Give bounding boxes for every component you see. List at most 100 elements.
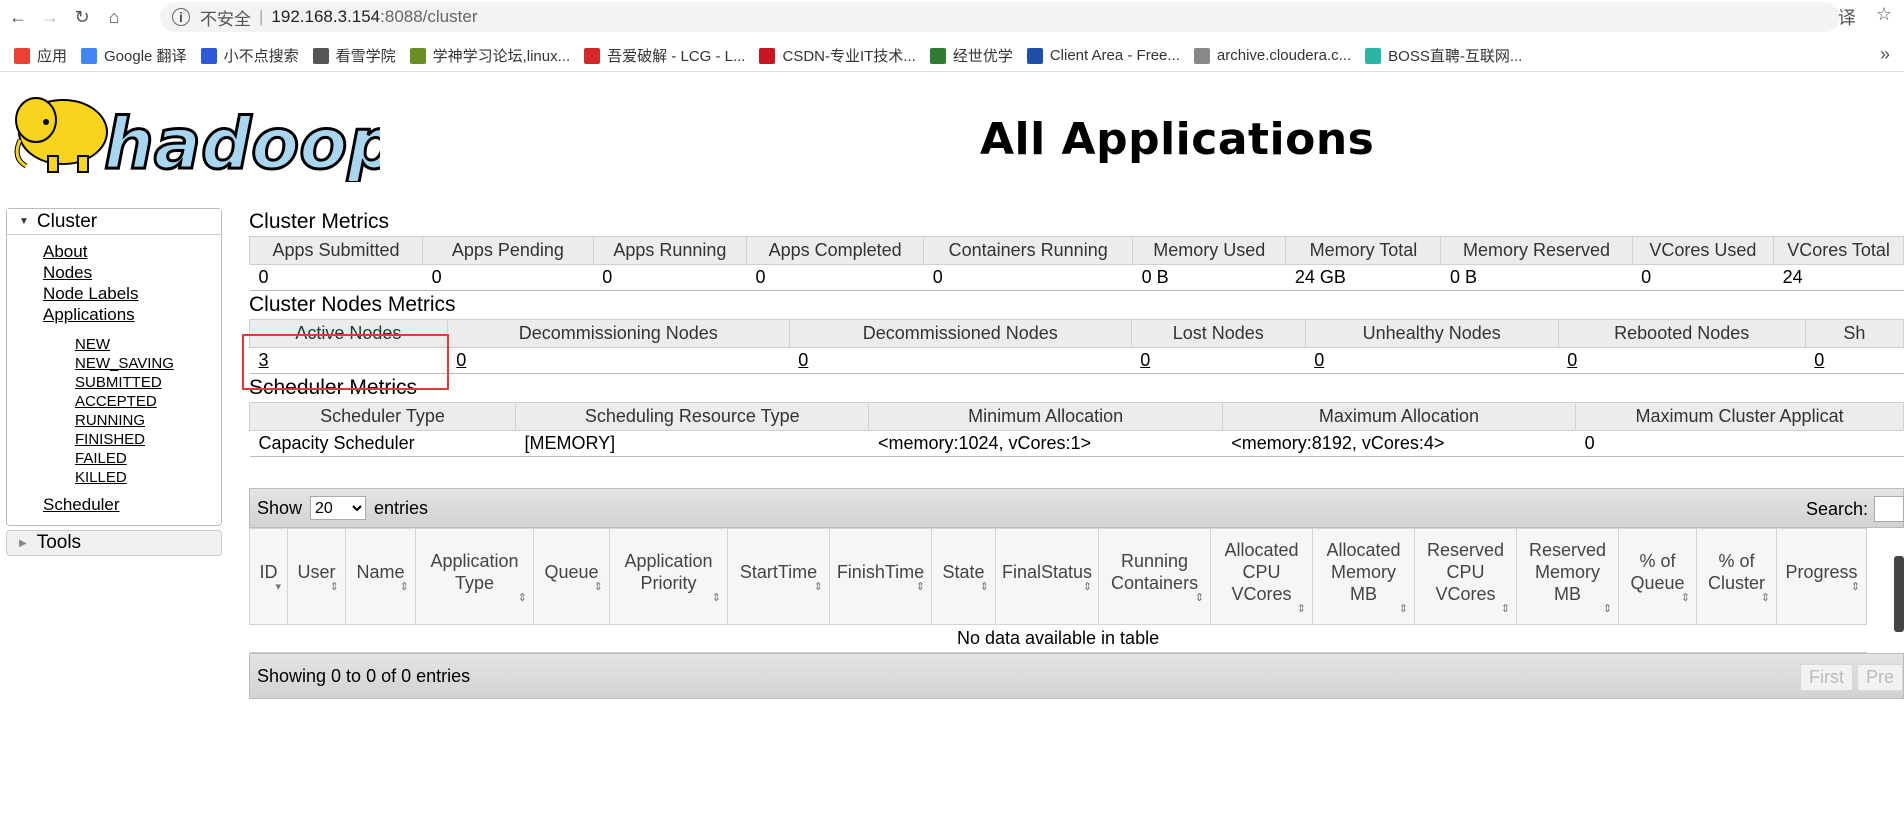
first-page-button[interactable]: First bbox=[1799, 664, 1853, 691]
metric-value-link[interactable]: 0 bbox=[456, 350, 466, 370]
column-header-id[interactable]: ID ▾ bbox=[249, 528, 288, 625]
active-nodes-highlight bbox=[242, 334, 449, 390]
column-header-label: Queue bbox=[544, 561, 599, 582]
metric-value-cell: 0 bbox=[1131, 347, 1306, 374]
metric-value-link[interactable]: 0 bbox=[1314, 350, 1324, 370]
reload-icon[interactable]: ↻ bbox=[68, 3, 96, 31]
column-header-label: % of Queue bbox=[1630, 550, 1685, 593]
home-icon[interactable]: ⌂ bbox=[100, 3, 128, 31]
translate-icon[interactable]: 译 bbox=[1838, 4, 1856, 30]
bookmark-item[interactable]: 学神学习论坛,linux... bbox=[409, 45, 570, 66]
metric-value-cell: [MEMORY] bbox=[515, 430, 869, 457]
app-state-link-new[interactable]: NEW bbox=[75, 335, 221, 354]
sidebar-link-node-labels[interactable]: Node Labels bbox=[43, 283, 221, 304]
column-header-label: State bbox=[942, 561, 985, 582]
column-header-reserved-memory-mb[interactable]: Reserved Memory MB ⇕ bbox=[1516, 528, 1620, 625]
sidebar-link-scheduler[interactable]: Scheduler bbox=[43, 495, 120, 514]
bookmark-label: 经世优学 bbox=[952, 48, 1013, 65]
bookmark-favicon-icon bbox=[929, 47, 946, 64]
column-header-allocated-memory-mb[interactable]: Allocated Memory MB ⇕ bbox=[1312, 528, 1416, 625]
cluster-header[interactable]: ▼ Cluster bbox=[7, 209, 221, 235]
column-header-label: Reserved Memory MB bbox=[1529, 539, 1607, 604]
cluster-label: Cluster bbox=[36, 210, 98, 232]
bookmark-label: archive.cloudera.c... bbox=[1216, 47, 1352, 64]
back-icon[interactable]: ← bbox=[4, 3, 32, 31]
column-scroll-handle[interactable] bbox=[1894, 556, 1904, 632]
app-state-link-running[interactable]: RUNNING bbox=[75, 411, 221, 430]
forward-icon[interactable]: → bbox=[36, 3, 64, 31]
metric-value-link[interactable]: 0 bbox=[798, 350, 808, 370]
sort-icon: ⇕ bbox=[979, 580, 989, 593]
app-state-link-accepted[interactable]: ACCEPTED bbox=[75, 392, 221, 411]
search-input[interactable] bbox=[1874, 496, 1904, 522]
bookmark-favicon-icon bbox=[14, 47, 30, 64]
bookmark-item[interactable]: 看雪学院 bbox=[312, 45, 396, 66]
bookmark-item[interactable]: Google 翻译 bbox=[81, 45, 187, 66]
bookmark-favicon-icon bbox=[1026, 47, 1043, 64]
sidebar-link-applications[interactable]: Applications bbox=[43, 304, 221, 325]
column-header-of-queue[interactable]: % of Queue ⇕ bbox=[1618, 528, 1698, 625]
bookmark-item[interactable]: 应用 bbox=[14, 45, 67, 66]
bookmark-item[interactable]: 经世优学 bbox=[929, 45, 1013, 66]
metric-header: Apps Running bbox=[592, 236, 748, 265]
sidebar-link-nodes[interactable]: Nodes bbox=[43, 262, 221, 283]
column-header-label: FinalStatus bbox=[1002, 561, 1093, 582]
metric-value-link[interactable]: 0 bbox=[1567, 350, 1577, 370]
metric-value-link[interactable]: 0 bbox=[1814, 350, 1824, 370]
metric-header: Apps Completed bbox=[746, 236, 925, 265]
column-header-queue[interactable]: Queue ⇕ bbox=[533, 528, 610, 625]
bookmark-item[interactable]: Client Area - Free... bbox=[1026, 47, 1180, 64]
bookmark-item[interactable]: archive.cloudera.c... bbox=[1193, 47, 1352, 64]
app-state-link-submitted[interactable]: SUBMITTED bbox=[75, 373, 221, 392]
metric-value-cell: 24 GB bbox=[1285, 264, 1441, 291]
column-header-label: Progress bbox=[1785, 561, 1858, 582]
column-header-label: User bbox=[297, 561, 336, 582]
cluster-links: About Nodes Node Labels Applications bbox=[7, 235, 221, 325]
column-header-label: % of Cluster bbox=[1708, 550, 1766, 593]
previous-page-button[interactable]: Pre bbox=[1856, 664, 1903, 691]
column-header-finalstatus[interactable]: FinalStatus ⇕ bbox=[994, 528, 1100, 625]
nodes-metrics-table: Active Nodes Decommissioning Nodes Decommi… bbox=[249, 319, 1904, 374]
metric-header: Maximum Allocation bbox=[1221, 402, 1577, 431]
bookmark-item[interactable]: 小不点搜索 bbox=[200, 45, 299, 66]
bookmark-item[interactable]: BOSS直聘-互联网... bbox=[1365, 45, 1522, 66]
bookmark-star-icon[interactable]: ☆ bbox=[1876, 4, 1892, 30]
app-state-link-failed[interactable]: FAILED bbox=[75, 449, 221, 468]
metric-value-link[interactable]: 0 bbox=[1140, 350, 1150, 370]
bookmarks-more-icon[interactable]: » bbox=[1880, 44, 1890, 65]
column-header-user[interactable]: User ⇕ bbox=[287, 528, 346, 625]
app-state-link-finished[interactable]: FINISHED bbox=[75, 430, 221, 449]
column-header-application-priority[interactable]: Application Priority ⇕ bbox=[609, 528, 728, 625]
metric-header: Scheduler Type bbox=[249, 402, 516, 431]
bookmark-item[interactable]: 吾爱破解 - LCG - L... bbox=[584, 45, 745, 66]
column-header-running-containers[interactable]: Running Containers ⇕ bbox=[1098, 528, 1212, 625]
metric-value-cell: 0 bbox=[1805, 347, 1904, 374]
column-header-finishtime[interactable]: FinishTime ⇕ bbox=[829, 528, 932, 625]
bookmark-label: 应用 bbox=[37, 48, 68, 65]
address-bar[interactable]: i 不安全 | 192.168.3.154 :8088/cluster bbox=[160, 2, 1840, 32]
column-header-allocated-cpu-vcores[interactable]: Allocated CPU VCores ⇕ bbox=[1210, 528, 1314, 625]
page-title: All Applications bbox=[980, 114, 1375, 165]
table-length-bar: Show 20 entries Search: bbox=[249, 488, 1904, 528]
column-header-state[interactable]: State ⇕ bbox=[931, 528, 996, 625]
cluster-panel: ▼ Cluster About Nodes Node Labels Applicati… bbox=[6, 208, 222, 526]
column-header-name[interactable]: Name ⇕ bbox=[345, 528, 416, 625]
sidebar-link-about[interactable]: About bbox=[43, 241, 221, 262]
tools-label: Tools bbox=[36, 532, 82, 553]
page-size-select[interactable]: 20 bbox=[310, 496, 367, 520]
bookmark-favicon-icon bbox=[584, 47, 601, 64]
tools-header[interactable]: ▶ Tools bbox=[6, 530, 222, 556]
metric-value-cell: <memory:8192, vCores:4> bbox=[1222, 430, 1576, 457]
app-state-link-killed[interactable]: KILLED bbox=[75, 468, 221, 487]
column-header-application-type[interactable]: Application Type ⇕ bbox=[415, 528, 534, 625]
column-header-label: Application Priority bbox=[624, 550, 713, 593]
column-header-reserved-cpu-vcores[interactable]: Reserved CPU VCores ⇕ bbox=[1414, 528, 1518, 625]
bookmark-item[interactable]: CSDN-专业IT技术... bbox=[759, 45, 916, 66]
column-header-of-cluster[interactable]: % of Cluster ⇕ bbox=[1696, 528, 1778, 625]
info-icon[interactable]: i bbox=[172, 8, 190, 26]
column-header-starttime[interactable]: StartTime ⇕ bbox=[727, 528, 830, 625]
url-path: :8088/cluster bbox=[380, 7, 478, 26]
metric-value-cell: 0 bbox=[1558, 347, 1806, 374]
column-header-progress[interactable]: Progress ⇕ bbox=[1776, 528, 1868, 625]
app-state-link-new-saving[interactable]: NEW_SAVING bbox=[75, 354, 221, 373]
